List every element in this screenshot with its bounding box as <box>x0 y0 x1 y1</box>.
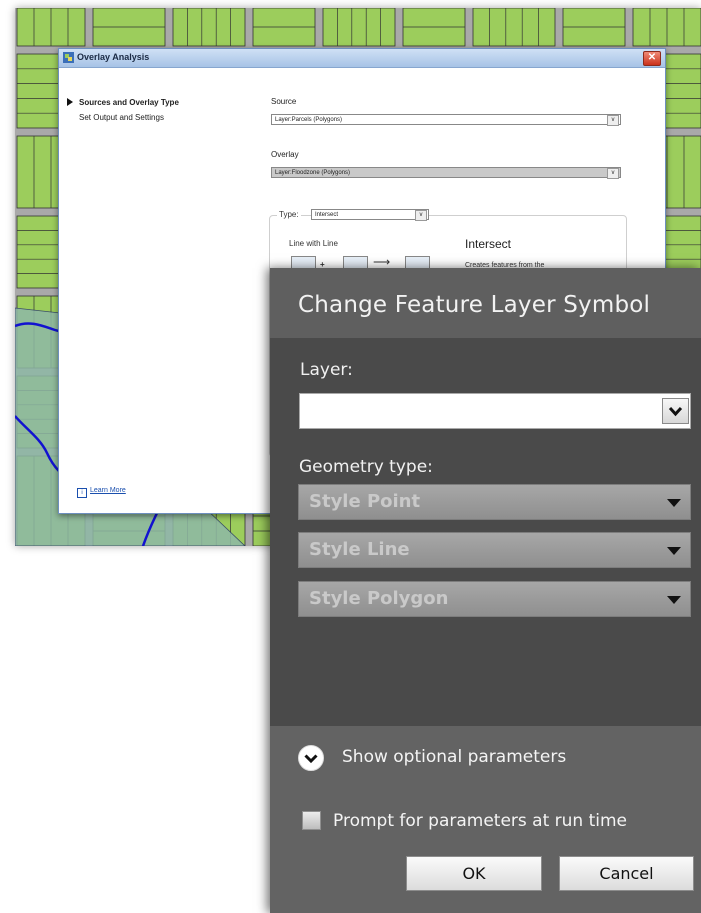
intersect-heading: Intersect <box>465 237 512 251</box>
style-line-label: Style Line <box>309 539 410 560</box>
geometry-type-label: Geometry type: <box>299 457 433 477</box>
help-icon: i <box>77 488 87 498</box>
parcel-block <box>472 8 556 47</box>
style-point-select[interactable]: Style Point <box>298 484 691 520</box>
expand-optional-parameters-button[interactable] <box>298 745 324 771</box>
learn-more-link[interactable]: Learn More <box>90 487 126 494</box>
type-dropdown-icon[interactable]: v <box>415 210 427 221</box>
dropdown-triangle-icon <box>667 596 681 604</box>
parcel-block <box>322 8 396 47</box>
nav-item-output-settings[interactable]: Set Output and Settings <box>79 113 164 122</box>
cancel-button[interactable]: Cancel <box>559 856 694 891</box>
overlay-select[interactable]: Layer:Floodzone (Polygons) v <box>271 167 621 179</box>
dropdown-triangle-icon <box>667 499 681 507</box>
prompt-at-runtime-label[interactable]: Prompt for parameters at run time <box>333 811 627 831</box>
source-select[interactable]: Layer:Parcels (Polygons) v <box>271 114 621 126</box>
panel-title: Change Feature Layer Symbol <box>298 292 651 318</box>
overlay-label: Overlay <box>271 150 299 159</box>
show-optional-parameters-link[interactable]: Show optional parameters <box>342 747 566 767</box>
dropdown-triangle-icon <box>667 547 681 555</box>
overlay-dropdown-icon[interactable]: v <box>607 168 619 179</box>
result-arrow-icon: ⟶ <box>373 255 391 269</box>
layer-select[interactable] <box>299 393 691 429</box>
type-select[interactable]: Intersect v <box>311 209 429 221</box>
layer-dropdown-button[interactable] <box>662 398 689 424</box>
overlay-window-titlebar[interactable]: Overlay Analysis ✕ <box>59 49 665 68</box>
style-point-label: Style Point <box>309 491 421 512</box>
nav-item-sources-label: Sources and Overlay Type <box>79 98 179 107</box>
layer-label: Layer: <box>300 360 353 380</box>
current-step-arrow-icon <box>67 98 73 106</box>
type-label: Type: <box>277 210 301 219</box>
style-polygon-label: Style Polygon <box>309 588 449 609</box>
source-dropdown-icon[interactable]: v <box>607 115 619 126</box>
type-select-value: Intersect <box>315 212 339 218</box>
overlay-app-icon <box>63 52 74 63</box>
change-feature-layer-symbol-panel: Change Feature Layer Symbol Layer: Geome… <box>270 268 701 913</box>
source-label: Source <box>271 97 297 106</box>
style-polygon-select[interactable]: Style Polygon <box>298 581 691 617</box>
overlay-select-value: Layer:Floodzone (Polygons) <box>275 170 351 176</box>
prompt-at-runtime-checkbox[interactable] <box>302 811 321 830</box>
style-line-select[interactable]: Style Line <box>298 532 691 568</box>
overlay-close-button[interactable]: ✕ <box>643 51 661 66</box>
ok-button[interactable]: OK <box>406 856 542 891</box>
parcel-block <box>172 8 246 47</box>
line-with-line-label: Line with Line <box>289 239 338 248</box>
chevron-down-icon <box>668 406 683 417</box>
chevron-down-circle-icon <box>304 754 318 764</box>
nav-item-sources[interactable]: Sources and Overlay Type <box>67 98 179 107</box>
overlay-window-title: Overlay Analysis <box>77 52 150 62</box>
source-select-value: Layer:Parcels (Polygons) <box>275 117 343 123</box>
